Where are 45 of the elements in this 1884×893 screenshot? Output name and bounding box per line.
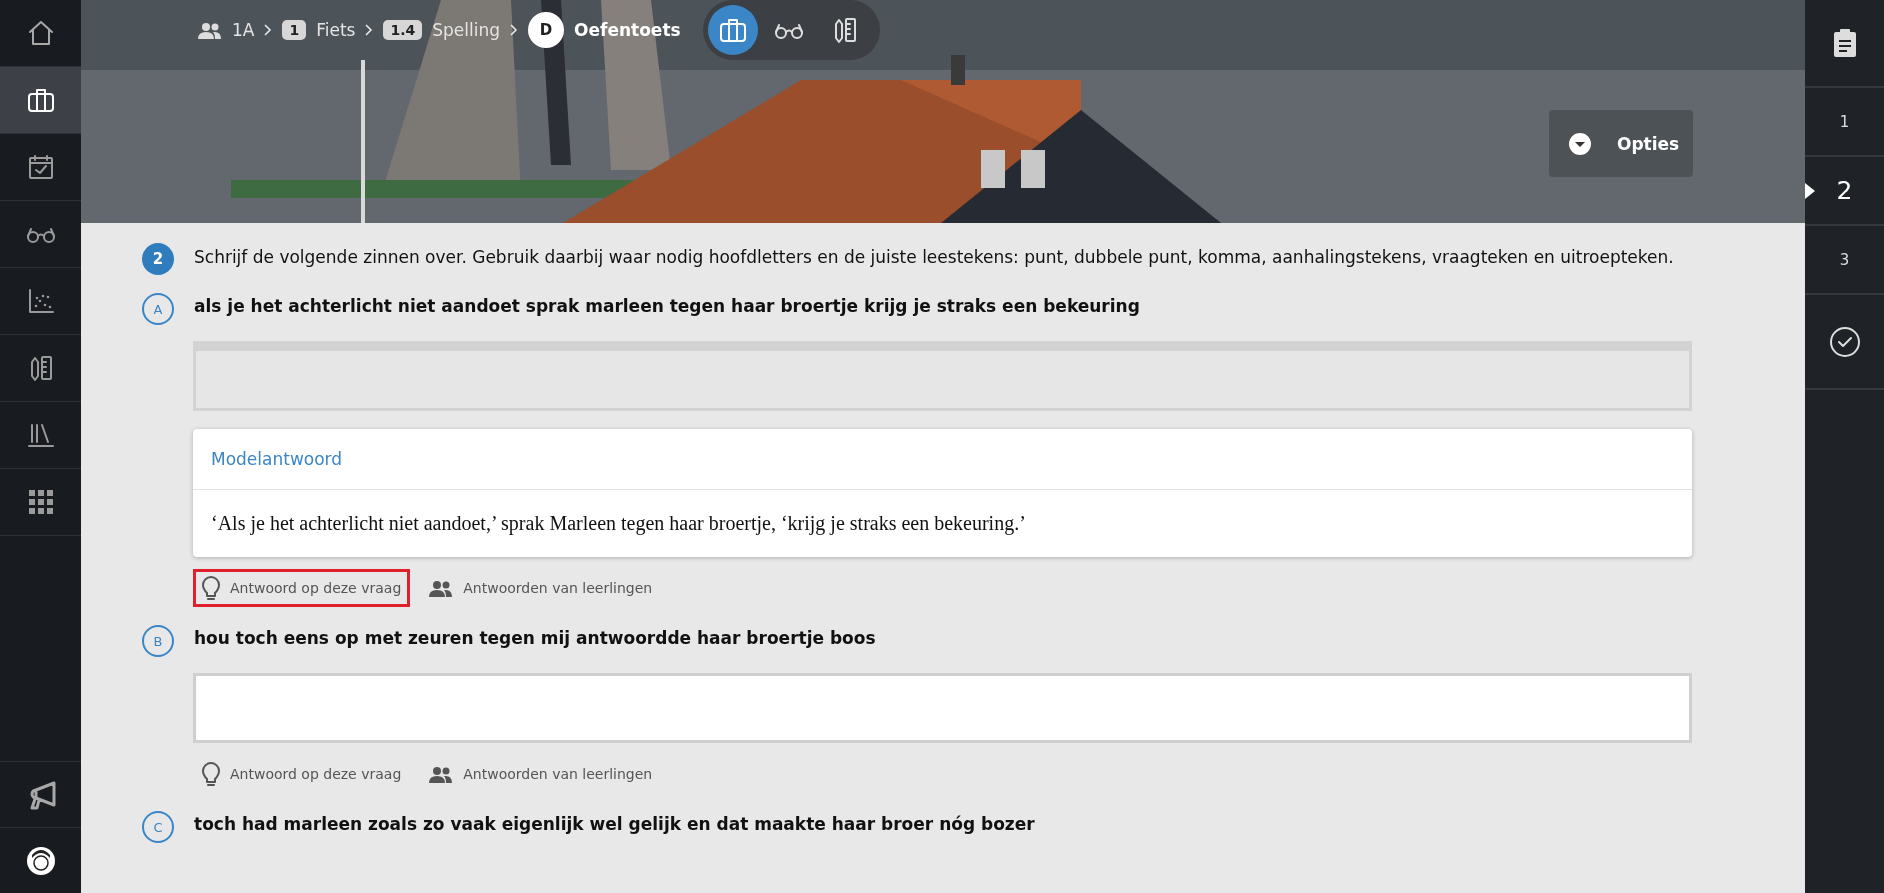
part-prompt: als je het achterlicht niet aandoet sprak marleen tegen haar broertje krijg je straks een bekeuring: [194, 296, 1140, 316]
toolbar-button[interactable]: [707, 5, 758, 55]
breadcrumb-link[interactable]: Oefentoets: [574, 20, 681, 40]
grid-icon: [26, 488, 55, 516]
breadcrumb-link[interactable]: 1A: [232, 20, 255, 40]
dropdown-icon: [1569, 132, 1591, 155]
people-icon: [429, 765, 454, 783]
answer-link[interactable]: Antwoorden van leerlingen: [420, 755, 662, 793]
card-title: Modelantwoord: [193, 429, 1692, 490]
calendar-check-icon: [26, 154, 55, 180]
part-prompt: toch had marleen zoals zo vaak eigenlijk wel gelijk en dat maakte haar broer nóg bozer: [194, 814, 1035, 834]
question-text: Schrijf de volgende zinnen over. Gebruik daarbij waar nodig hoofdletters en de juiste leestekens: punt, dubbele punt, komma, aanhalingstekens, vraagteken en uitroepteken.: [194, 246, 1674, 269]
question-number: 2: [142, 243, 174, 275]
part-letter: B: [142, 625, 174, 657]
model-answer-text: ‘Als je het achterlicht niet aandoet,’ sprak Marleen tegen haar broertje, ‘krijg je straks een bekeuring.’: [210, 511, 1027, 537]
check-circle-icon: [1828, 325, 1861, 358]
lightbulb-icon: [202, 762, 220, 786]
level-badge: 1: [282, 20, 307, 40]
briefcase-icon: [26, 87, 55, 113]
question-nav-item[interactable]: 3: [1805, 226, 1884, 295]
options-button[interactable]: Opties: [1549, 110, 1693, 177]
scatter-chart-icon: [26, 288, 55, 314]
lightbulb-icon: [202, 576, 220, 600]
part-letter: A: [142, 293, 174, 325]
people-icon: [429, 579, 454, 597]
answer-field[interactable]: [193, 673, 1692, 743]
question-nav-item[interactable]: 1: [1805, 88, 1884, 157]
avatar-icon: [25, 845, 56, 876]
part-prompt: hou toch eens op met zeuren tegen mij antwoordde haar broertje boos: [194, 628, 876, 648]
answer-link[interactable]: Antwoord op deze vraag: [193, 569, 411, 607]
books-icon: [26, 421, 55, 449]
sidebar-item[interactable]: [0, 67, 81, 134]
question-nav-item[interactable]: 2: [1805, 157, 1884, 226]
answer-link[interactable]: Antwoorden van leerlingen: [420, 569, 662, 607]
chevron-icon: [365, 24, 374, 36]
chevron-icon: [510, 24, 519, 36]
chevron-icon: [264, 24, 273, 36]
breadcrumb-link[interactable]: Fiets: [316, 20, 356, 40]
breadcrumb-link[interactable]: Spelling: [432, 20, 501, 40]
people-icon: [198, 21, 222, 39]
home-icon: [26, 20, 55, 46]
level-badge: 1.4: [383, 20, 423, 40]
part-letter: C: [142, 811, 174, 843]
briefcase-icon: [718, 17, 747, 43]
answer-link[interactable]: Antwoord op deze vraag: [193, 755, 411, 793]
